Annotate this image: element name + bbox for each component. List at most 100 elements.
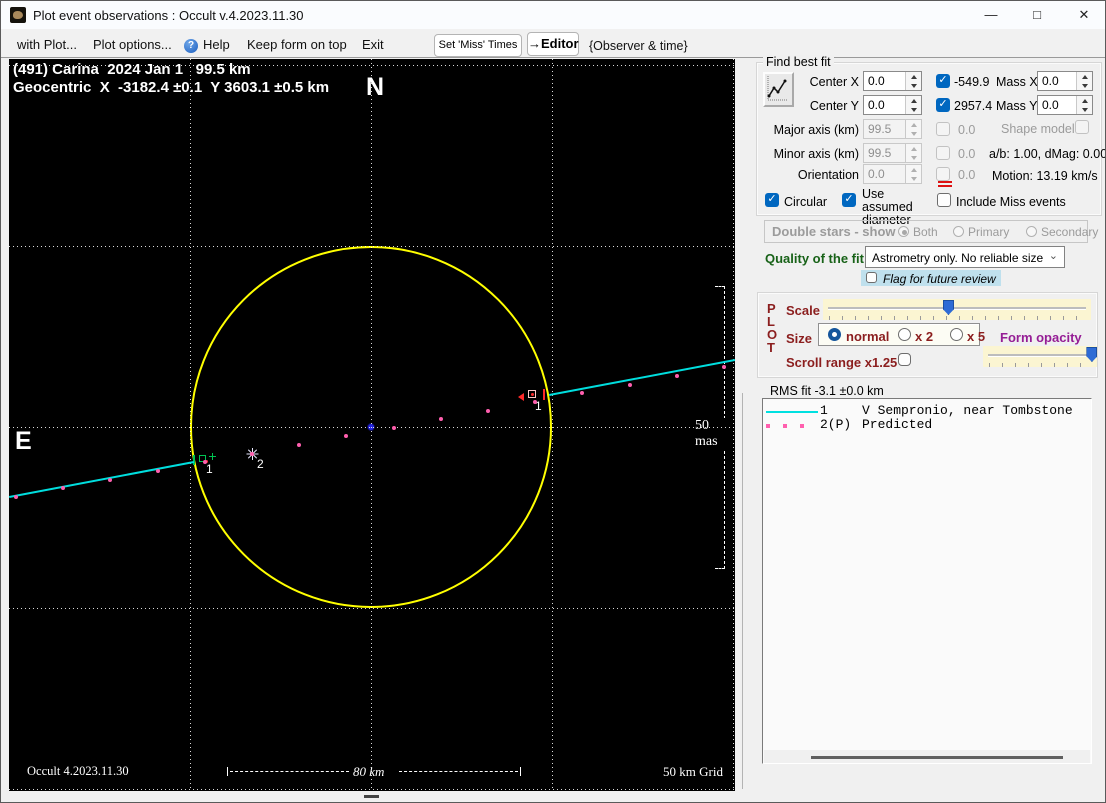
mass-y-spinner[interactable]: 0.0: [1037, 95, 1093, 115]
spin-down-icon: [1077, 105, 1092, 114]
double-stars-label: Double stars - show: [772, 224, 896, 239]
chord1-egress-arrow: [518, 393, 524, 401]
mas-scale-label: 50 mas: [693, 418, 735, 450]
scale-slider[interactable]: [823, 299, 1091, 320]
fit-y-checkbox[interactable]: [936, 98, 950, 112]
chord1-ingress-cross: [209, 453, 216, 460]
plot-header-line2: Geocentric X -3182.4 ±0.1 Y 3603.1 ±0.5 …: [13, 79, 330, 96]
maximize-icon[interactable]: □: [1015, 1, 1059, 29]
menu-keep-on-top[interactable]: Keep form on top: [247, 37, 347, 52]
double-stars-secondary-radio: [1026, 226, 1037, 237]
legend-hscrollbar[interactable]: [764, 750, 1090, 763]
scalebar-dash-right: [399, 771, 518, 772]
grid-spacing-label: 50 km Grid: [663, 764, 723, 779]
use-assumed-diameter-checkbox[interactable]: [842, 193, 856, 207]
chord1-egress-tick: [543, 389, 545, 400]
east-label: E: [15, 427, 32, 455]
menu-help[interactable]: Help: [203, 37, 230, 52]
quality-selected-value: Astrometry only. No reliable size: [872, 251, 1044, 265]
bottom-scroll-thumb[interactable]: [364, 795, 379, 798]
major-axis-spinner[interactable]: 99.5: [863, 119, 922, 139]
grid-line-vertical: [552, 59, 553, 791]
grid-line-horizontal: [9, 608, 735, 609]
size-x5-radio[interactable]: [950, 328, 963, 341]
double-stars-both-label: Both: [913, 225, 938, 239]
chord1-egress-dot: [531, 393, 534, 396]
observer-time-label: {Observer & time}: [589, 39, 688, 53]
double-stars-primary-radio: [953, 226, 964, 237]
include-miss-events-checkbox[interactable]: [937, 193, 951, 207]
rms-fit-label: RMS fit -3.1 ±0.0 km: [770, 384, 884, 398]
major-axis-checkbox: [936, 122, 950, 136]
orientation-label: Orientation: [797, 168, 859, 182]
menu-exit[interactable]: Exit: [362, 37, 384, 52]
circular-checkbox[interactable]: [765, 193, 779, 207]
title-bar: Plot event observations : Occult v.4.202…: [1, 1, 1105, 29]
grid-line-horizontal: [9, 427, 735, 428]
form-opacity-slider-thumb[interactable]: [1086, 347, 1098, 362]
chord1-left-label: 1: [206, 462, 213, 476]
legend-listbox[interactable]: 1 V Sempronio, near Tombstone 2(P) Predi…: [762, 398, 1092, 764]
fit-x-checkbox[interactable]: [936, 74, 950, 88]
minor-axis-check-value: 0.0: [958, 147, 976, 161]
mass-x-spinner[interactable]: 0.0: [1037, 71, 1093, 91]
spin-up-icon: [1077, 96, 1092, 105]
major-axis-label: Major axis (km): [773, 123, 859, 137]
spin-up-icon: [906, 72, 921, 81]
spin-down-icon: [906, 105, 921, 114]
plot-header-line1: (491) Carina 2024 Jan 1 99.5 km: [13, 61, 251, 78]
center-y-label: Center Y: [809, 99, 859, 113]
km-scale-label: 80 km: [353, 764, 385, 779]
minor-axis-spinner[interactable]: 99.5: [863, 143, 922, 163]
mass-x-label: Mass X: [996, 75, 1038, 89]
menu-plot-options[interactable]: Plot options...: [93, 37, 172, 52]
quality-of-fit-select[interactable]: Astrometry only. No reliable size ⌄: [865, 246, 1065, 268]
legend-hscrollbar-thumb[interactable]: [811, 756, 1063, 759]
close-icon[interactable]: ✕: [1062, 1, 1105, 29]
size-normal-label: normal: [846, 329, 890, 344]
editor-button[interactable]: →Editor: [527, 32, 579, 56]
minor-axis-checkbox: [936, 146, 950, 160]
observed-chord-line: [549, 359, 735, 396]
center-x-spinner[interactable]: 0.0: [863, 71, 922, 91]
spin-up-icon: [1077, 72, 1092, 81]
grid-line-horizontal: [9, 65, 735, 66]
circular-label: Circular: [784, 195, 828, 209]
red-marker-line: [938, 185, 952, 187]
grid-line-horizontal: [9, 246, 735, 247]
predicted-path-dot: [438, 417, 443, 422]
predicted-path-dot: [580, 391, 585, 396]
form-opacity-label: Form opacity: [1000, 330, 1082, 345]
find-best-fit-label: Find best fit: [763, 55, 834, 69]
menu-with-plot[interactable]: with Plot...: [17, 37, 77, 52]
ab-dmag-label: a/b: 1.00, dMag: 0.00: [989, 147, 1106, 161]
double-stars-secondary-label: Secondary: [1041, 225, 1099, 239]
legend-cyan-line-swatch: [766, 411, 818, 413]
plot-area[interactable]: (491) Carina 2024 Jan 1 99.5 km Geocentr…: [9, 59, 735, 791]
minimize-icon[interactable]: —: [969, 1, 1013, 29]
predicted-path-dot: [627, 382, 632, 387]
plot-letter-t: T: [767, 340, 775, 355]
size-normal-radio[interactable]: [828, 328, 841, 341]
help-icon[interactable]: ?: [184, 39, 198, 53]
scroll-range-checkbox[interactable]: [898, 353, 911, 366]
predicted-path-dot: [108, 477, 113, 482]
legend-item-desc: Predicted: [862, 417, 933, 432]
flag-review-checkbox[interactable]: [866, 272, 877, 283]
legend-pink-dots-swatch: [766, 424, 812, 428]
predicted-path-dot: [14, 495, 18, 499]
set-miss-times-button[interactable]: Set 'Miss' Times: [434, 34, 522, 57]
center-x-label: Center X: [809, 75, 859, 89]
scale-slider-thumb[interactable]: [942, 300, 954, 315]
spin-down-icon: [1077, 81, 1092, 90]
observed-chord-line: [9, 461, 195, 498]
size-x2-radio[interactable]: [898, 328, 911, 341]
grid-line-vertical: [371, 59, 372, 791]
quality-of-fit-label: Quality of the fit: [765, 251, 864, 266]
center-y-spinner[interactable]: 0.0: [863, 95, 922, 115]
form-opacity-slider[interactable]: [983, 346, 1098, 367]
predicted-event-core-dot: [250, 451, 254, 456]
shape-model-label: Shape model: [1001, 122, 1075, 136]
orientation-spinner[interactable]: 0.0: [863, 164, 922, 184]
window-title: Plot event observations : Occult v.4.202…: [33, 8, 304, 23]
